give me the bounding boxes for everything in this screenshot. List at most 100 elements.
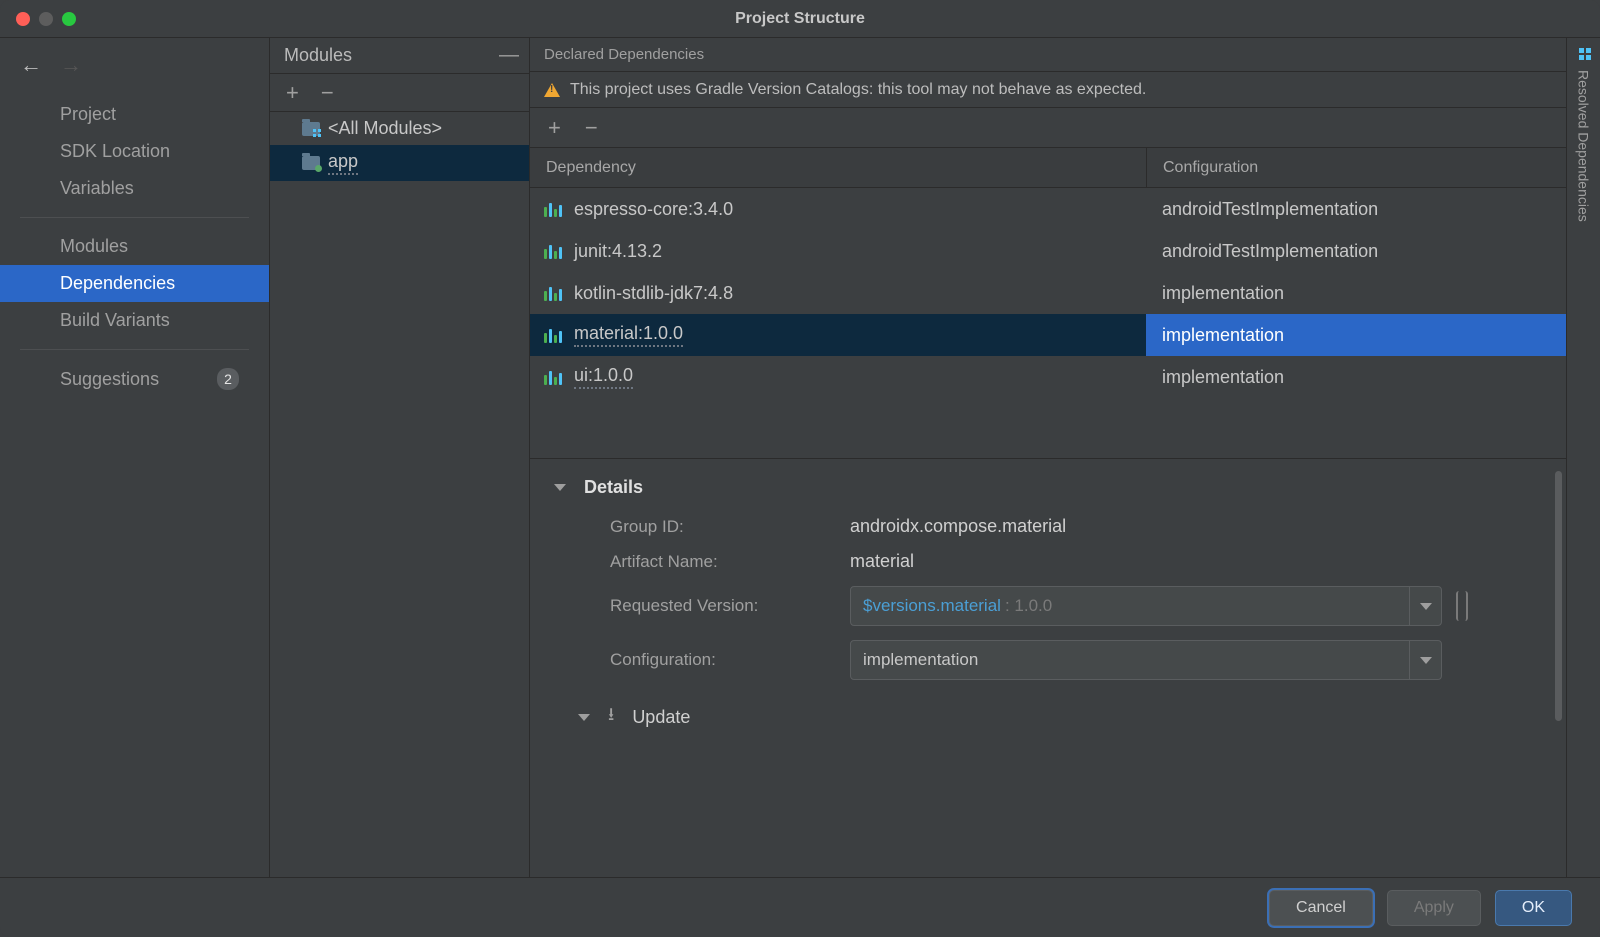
sidebar-item-suggestions[interactable]: Suggestions 2 — [0, 360, 269, 398]
apply-button[interactable]: Apply — [1387, 890, 1481, 926]
chevron-down-icon — [578, 714, 590, 721]
group-id-label: Group ID: — [610, 517, 850, 537]
modules-header: Modules — — [270, 38, 529, 74]
footer: Cancel Apply OK — [0, 877, 1600, 937]
sidebar-item-label: Variables — [60, 178, 134, 199]
update-title: Update — [632, 707, 690, 728]
sidebar-item-variables[interactable]: Variables — [0, 170, 269, 207]
divider — [20, 217, 249, 218]
sidebar-item-label: Build Variants — [60, 310, 170, 331]
requested-version-combo[interactable]: $versions.material : 1.0.0 — [850, 586, 1442, 626]
version-link: $versions.material — [863, 596, 1001, 616]
add-dependency-icon[interactable]: + — [548, 115, 561, 141]
remove-dependency-icon[interactable]: − — [585, 115, 598, 141]
details-grid: Group ID: androidx.compose.material Arti… — [554, 516, 1542, 680]
table-row[interactable]: ui:1.0.0 implementation — [530, 356, 1566, 398]
table-row[interactable]: espresso-core:3.4.0 androidTestImplement… — [530, 188, 1566, 230]
minimize-panel-icon[interactable]: — — [499, 44, 519, 67]
library-icon — [544, 327, 562, 343]
remove-module-icon[interactable]: − — [321, 80, 334, 106]
library-icon — [544, 243, 562, 259]
version-suffix: : 1.0.0 — [1005, 596, 1052, 616]
scrollbar-thumb[interactable] — [1555, 471, 1562, 721]
module-label: <All Modules> — [328, 118, 442, 139]
folder-icon — [302, 122, 320, 136]
sidebar-item-label: Dependencies — [60, 273, 175, 294]
warning-bar: This project uses Gradle Version Catalog… — [530, 72, 1566, 108]
modules-title: Modules — [284, 45, 352, 66]
folder-icon — [302, 156, 320, 170]
library-icon — [544, 369, 562, 385]
col-configuration: Configuration — [1146, 148, 1566, 187]
library-icon — [544, 201, 562, 217]
table-row[interactable]: kotlin-stdlib-jdk7:4.8 implementation — [530, 272, 1566, 314]
artifact-name-label: Artifact Name: — [610, 552, 850, 572]
module-label: app — [328, 151, 358, 175]
divider — [20, 349, 249, 350]
nav-forward-icon: → — [60, 52, 82, 78]
dep-name: junit:4.13.2 — [574, 241, 662, 262]
configuration-label: Configuration: — [610, 650, 850, 670]
grid-icon — [1577, 48, 1591, 62]
resolved-tab-label: Resolved Dependencies — [1576, 70, 1592, 222]
project-structure-window: Project Structure ← → Project SDK Locati… — [0, 0, 1600, 937]
sidebar-item-label: Project — [60, 104, 116, 125]
main: Declared Dependencies This project uses … — [530, 38, 1600, 877]
requested-version-label: Requested Version: — [610, 596, 850, 616]
table-row[interactable]: junit:4.13.2 androidTestImplementation — [530, 230, 1566, 272]
group-id-value: androidx.compose.material — [850, 516, 1442, 537]
table-head: Dependency Configuration — [530, 148, 1566, 188]
dep-name: kotlin-stdlib-jdk7:4.8 — [574, 283, 733, 304]
details-header[interactable]: Details — [554, 477, 1542, 498]
modules-panel: Modules — + − <All Modules> app — [270, 38, 530, 877]
resolved-dependencies-tab[interactable]: Resolved Dependencies — [1566, 38, 1600, 877]
dep-name: material:1.0.0 — [574, 323, 683, 347]
titlebar: Project Structure — [0, 0, 1600, 38]
warning-text: This project uses Gradle Version Catalog… — [570, 81, 1146, 99]
sidebar-item-build-variants[interactable]: Build Variants — [0, 302, 269, 339]
drag-handle-icon[interactable] — [1456, 591, 1468, 621]
library-icon — [544, 285, 562, 301]
dep-conf: implementation — [1146, 314, 1566, 356]
dep-name: espresso-core:3.4.0 — [574, 199, 733, 220]
sidebar-item-dependencies[interactable]: Dependencies — [0, 265, 269, 302]
section-title: Declared Dependencies — [544, 46, 704, 63]
dep-conf: androidTestImplementation — [1146, 199, 1566, 220]
warning-icon — [544, 83, 560, 97]
sidebar-item-label: SDK Location — [60, 141, 170, 162]
chevron-down-icon — [554, 484, 566, 491]
dependencies-area: Declared Dependencies This project uses … — [530, 38, 1566, 877]
details-title: Details — [584, 477, 643, 498]
window-title: Project Structure — [0, 10, 1600, 28]
add-module-icon[interactable]: + — [286, 80, 299, 106]
modules-toolbar: + − — [270, 74, 529, 112]
dependencies-toolbar: + − — [530, 108, 1566, 148]
artifact-name-value: material — [850, 551, 1442, 572]
dependency-rows: espresso-core:3.4.0 androidTestImplement… — [530, 188, 1566, 398]
sidebar-item-sdk-location[interactable]: SDK Location — [0, 133, 269, 170]
suggestions-badge: 2 — [217, 368, 239, 390]
sidebar: ← → Project SDK Location Variables Modul… — [0, 38, 270, 877]
dep-conf: implementation — [1146, 283, 1566, 304]
chevron-down-icon[interactable] — [1409, 587, 1441, 625]
download-icon: ⭳ — [608, 702, 614, 732]
configuration-value: implementation — [863, 650, 978, 670]
sidebar-item-label: Suggestions — [60, 369, 159, 390]
cancel-button[interactable]: Cancel — [1269, 890, 1373, 926]
ok-button[interactable]: OK — [1495, 890, 1572, 926]
sidebar-item-label: Modules — [60, 236, 128, 257]
nav-back-icon[interactable]: ← — [20, 52, 42, 78]
update-header[interactable]: ⭳ Update — [554, 680, 1542, 746]
declared-dependencies-header: Declared Dependencies — [530, 38, 1566, 72]
module-all[interactable]: <All Modules> — [270, 112, 529, 145]
dep-conf: implementation — [1146, 367, 1566, 388]
sidebar-item-project[interactable]: Project — [0, 96, 269, 133]
col-dependency: Dependency — [530, 148, 1146, 187]
sidebar-item-modules[interactable]: Modules — [0, 228, 269, 265]
spacer — [530, 398, 1566, 458]
configuration-combo[interactable]: implementation — [850, 640, 1442, 680]
chevron-down-icon[interactable] — [1409, 641, 1441, 679]
details-panel: Details Group ID: androidx.compose.mater… — [530, 458, 1566, 746]
module-app[interactable]: app — [270, 145, 529, 181]
table-row[interactable]: material:1.0.0 implementation — [530, 314, 1566, 356]
